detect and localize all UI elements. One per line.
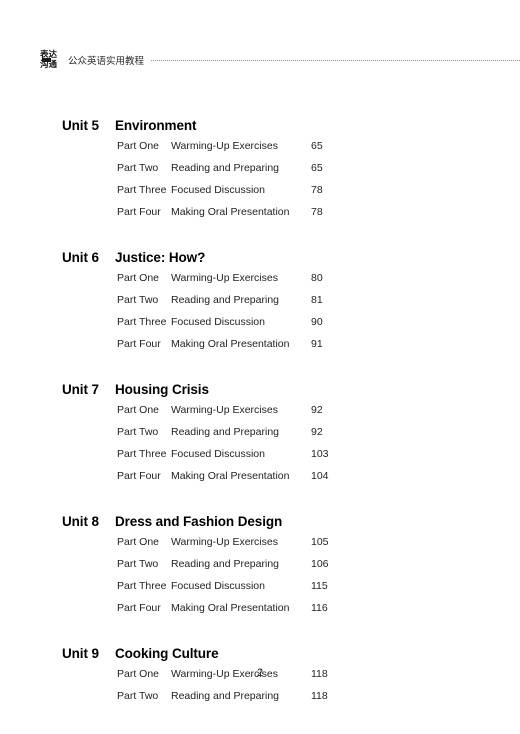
toc-entry-row[interactable]: Part Three Focused Discussion 78 xyxy=(0,184,520,206)
toc-entry-row[interactable]: Part Two Reading and Preparing 65 xyxy=(0,162,520,184)
toc-entry-row[interactable]: Part Four Making Oral Presentation 116 xyxy=(0,602,520,624)
toc-entry-row[interactable]: Part Two Reading and Preparing 118 xyxy=(0,690,520,712)
part-title: Reading and Preparing xyxy=(171,162,279,174)
part-label: Part Four xyxy=(117,602,161,614)
brand-logo: 表达 沟通 xyxy=(40,47,62,73)
part-page-number: 78 xyxy=(311,184,323,196)
part-label: Part Three xyxy=(117,316,167,328)
part-page-number: 92 xyxy=(311,426,323,438)
unit-title: Environment xyxy=(115,118,197,133)
toc-entry-row[interactable]: Part Two Reading and Preparing 81 xyxy=(0,294,520,316)
toc-entry-row[interactable]: Part One Warming-Up Exercises 80 xyxy=(0,272,520,294)
page-header: 表达 沟通 公众英语实用教程 xyxy=(40,46,520,74)
toc-entry-row[interactable]: Part One Warming-Up Exercises 92 xyxy=(0,404,520,426)
part-page-number: 90 xyxy=(311,316,323,328)
toc-entry-row[interactable]: Part Four Making Oral Presentation 91 xyxy=(0,338,520,360)
part-title: Focused Discussion xyxy=(171,580,265,592)
part-label: Part Three xyxy=(117,580,167,592)
unit-heading[interactable]: Unit 5 Environment xyxy=(0,118,520,133)
part-label: Part One xyxy=(117,140,160,152)
part-title: Focused Discussion xyxy=(171,448,265,460)
part-label: Part Three xyxy=(117,448,167,460)
toc-entry-row[interactable]: Part Four Making Oral Presentation 104 xyxy=(0,470,520,492)
brand-logo-bar xyxy=(42,58,51,62)
toc-entry-row[interactable]: Part One Warming-Up Exercises 105 xyxy=(0,536,520,558)
part-page-number: 80 xyxy=(311,272,323,284)
part-label: Part Two xyxy=(117,294,159,306)
unit-number: Unit 7 xyxy=(62,382,99,397)
unit-block: Unit 7 Housing Crisis Part One Warming-Up E… xyxy=(0,382,520,492)
part-label: Part Two xyxy=(117,690,159,702)
part-title: Reading and Preparing xyxy=(171,426,279,438)
part-title: Reading and Preparing xyxy=(171,558,279,570)
unit-title: Dress and Fashion Design xyxy=(115,514,283,529)
toc-entry-row[interactable]: Part Three Focused Discussion 90 xyxy=(0,316,520,338)
part-page-number: 116 xyxy=(311,602,328,614)
page-number: 2 xyxy=(256,667,264,679)
part-page-number: 65 xyxy=(311,162,323,174)
part-page-number: 104 xyxy=(311,470,329,482)
table-of-contents: Unit 5 Environment Part One Warming-Up Exer… xyxy=(0,118,520,734)
unit-heading[interactable]: Unit 9 Cooking Culture xyxy=(0,646,520,661)
part-label: Part One xyxy=(117,404,160,416)
unit-block: Unit 8 Dress and Fashion Design Part One Wa… xyxy=(0,514,520,624)
part-page-number: 103 xyxy=(311,448,329,460)
part-page-number: 81 xyxy=(311,294,323,306)
toc-entry-row[interactable]: Part Two Reading and Preparing 92 xyxy=(0,426,520,448)
part-title: Warming-Up Exercises xyxy=(171,404,278,416)
part-label: Part Two xyxy=(117,426,159,438)
page-footer: 2 xyxy=(0,663,520,681)
part-page-number: 115 xyxy=(311,580,328,592)
part-title: Warming-Up Exercises xyxy=(171,536,278,548)
series-title: 公众英语实用教程 xyxy=(68,56,145,67)
part-page-number: 118 xyxy=(311,690,328,702)
part-title: Warming-Up Exercises xyxy=(171,272,278,284)
part-title: Reading and Preparing xyxy=(171,294,279,306)
unit-number: Unit 9 xyxy=(62,646,99,661)
toc-entry-row[interactable]: Part Two Reading and Preparing 106 xyxy=(0,558,520,580)
part-title: Warming-Up Exercises xyxy=(171,140,278,152)
part-page-number: 105 xyxy=(311,536,329,548)
part-label: Part Two xyxy=(117,162,159,174)
part-label: Part Four xyxy=(117,206,161,218)
unit-block: Unit 5 Environment Part One Warming-Up Exer… xyxy=(0,118,520,228)
toc-entry-row[interactable]: Part Three Focused Discussion 103 xyxy=(0,448,520,470)
part-page-number: 92 xyxy=(311,404,323,416)
part-page-number: 106 xyxy=(311,558,329,570)
unit-block: Unit 6 Justice: How? Part One Warming-Up Ex… xyxy=(0,250,520,360)
part-label: Part Three xyxy=(117,184,167,196)
part-page-number: 65 xyxy=(311,140,323,152)
unit-number: Unit 6 xyxy=(62,250,99,265)
unit-heading[interactable]: Unit 7 Housing Crisis xyxy=(0,382,520,397)
part-page-number: 78 xyxy=(311,206,323,218)
part-title: Making Oral Presentation xyxy=(171,470,290,482)
unit-title: Justice: How? xyxy=(115,250,206,265)
unit-number: Unit 8 xyxy=(62,514,99,529)
unit-title: Housing Crisis xyxy=(115,382,209,397)
toc-entry-row[interactable]: Part One Warming-Up Exercises 65 xyxy=(0,140,520,162)
part-title: Making Oral Presentation xyxy=(171,206,290,218)
part-label: Part Four xyxy=(117,338,161,350)
part-label: Part Two xyxy=(117,558,159,570)
part-title: Making Oral Presentation xyxy=(171,338,290,350)
part-label: Part One xyxy=(117,536,160,548)
part-label: Part One xyxy=(117,272,160,284)
part-title: Making Oral Presentation xyxy=(171,602,290,614)
part-title: Reading and Preparing xyxy=(171,690,279,702)
unit-title: Cooking Culture xyxy=(115,646,219,661)
part-page-number: 91 xyxy=(311,338,323,350)
brand-logo-bottom-text: 沟通 xyxy=(40,60,58,70)
unit-heading[interactable]: Unit 8 Dress and Fashion Design xyxy=(0,514,520,529)
part-title: Focused Discussion xyxy=(171,184,265,196)
toc-entry-row[interactable]: Part Three Focused Discussion 115 xyxy=(0,580,520,602)
header-dotted-rule xyxy=(151,60,520,62)
part-title: Focused Discussion xyxy=(171,316,265,328)
part-label: Part Four xyxy=(117,470,161,482)
unit-heading[interactable]: Unit 6 Justice: How? xyxy=(0,250,520,265)
unit-number: Unit 5 xyxy=(62,118,99,133)
toc-entry-row[interactable]: Part Four Making Oral Presentation 78 xyxy=(0,206,520,228)
